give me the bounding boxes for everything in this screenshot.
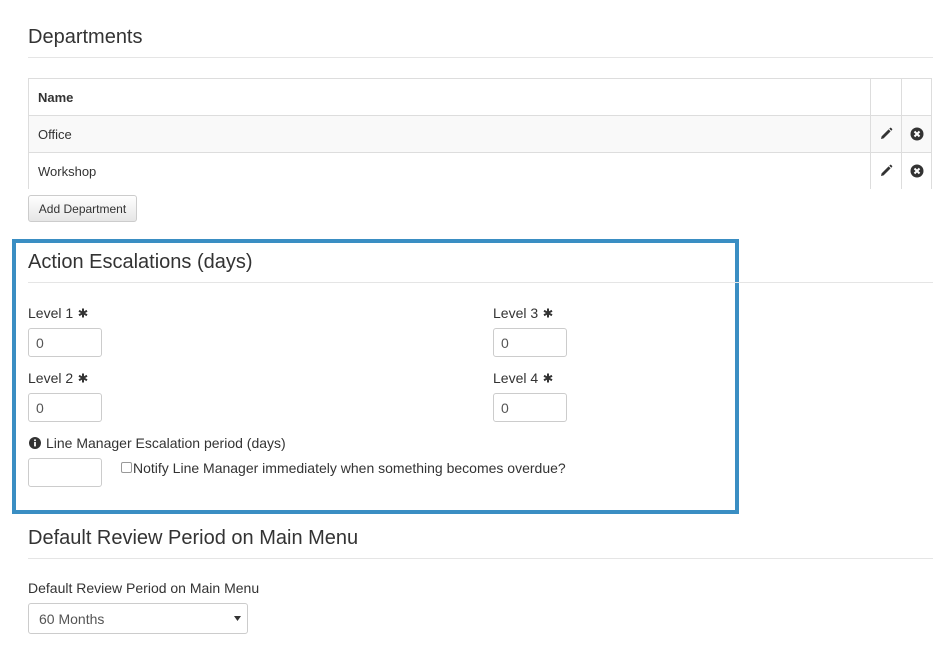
level-2-input[interactable] — [28, 393, 102, 422]
column-header-name: Name — [38, 89, 74, 105]
review-period-selected-value: 60 Months — [39, 611, 105, 627]
pencil-icon — [881, 127, 893, 139]
level-4-input[interactable] — [493, 393, 567, 422]
level-1-input[interactable] — [28, 328, 102, 357]
remove-circle-icon — [910, 127, 924, 141]
remove-circle-icon — [910, 164, 924, 178]
level-2-label-group: Level 2 — [28, 370, 88, 386]
edit-department-button[interactable] — [871, 116, 901, 152]
review-period-select[interactable]: 60 Months — [28, 603, 248, 634]
asterisk-icon — [78, 373, 88, 383]
escalations-title: Action Escalations (days) — [28, 251, 253, 273]
pencil-icon — [881, 164, 893, 176]
delete-department-button[interactable] — [902, 116, 932, 152]
level-3-label-group: Level 3 — [493, 305, 553, 321]
review-period-label: Default Review Period on Main Menu — [28, 580, 260, 596]
info-icon — [29, 437, 41, 449]
review-title: Default Review Period on Main Menu — [28, 527, 359, 549]
caret-down-icon — [234, 616, 241, 621]
level-2-label: Level 2 — [28, 370, 74, 386]
asterisk-icon — [543, 373, 553, 383]
asterisk-icon — [543, 308, 553, 318]
departments-divider — [28, 57, 933, 58]
line-manager-label-group: Line Manager Escalation period (days) — [29, 435, 286, 451]
level-4-label-group: Level 4 — [493, 370, 553, 386]
edit-department-button[interactable] — [871, 153, 901, 189]
escalations-divider — [28, 282, 933, 283]
review-divider — [28, 558, 933, 559]
line-manager-label: Line Manager Escalation period (days) — [46, 435, 286, 451]
level-4-label: Level 4 — [493, 370, 539, 386]
department-name: Workshop — [38, 163, 97, 179]
level-3-input[interactable] — [493, 328, 567, 357]
table-header-row: Name — [29, 79, 931, 116]
level-1-label: Level 1 — [28, 305, 74, 321]
level-1-label-group: Level 1 — [28, 305, 88, 321]
line-manager-escalation-input[interactable] — [28, 458, 102, 487]
delete-department-button[interactable] — [902, 153, 932, 189]
table-row: Workshop — [29, 153, 931, 189]
level-3-label: Level 3 — [493, 305, 539, 321]
departments-title: Departments — [28, 26, 143, 48]
table-row: Office — [29, 116, 931, 153]
department-name: Office — [38, 126, 72, 142]
asterisk-icon — [78, 308, 88, 318]
departments-table: Name Office Workshop — [28, 78, 932, 189]
notify-line-manager-checkbox[interactable] — [121, 462, 132, 473]
notify-line-manager-label: Notify Line Manager immediately when som… — [133, 460, 566, 476]
add-department-button[interactable]: Add Department — [28, 195, 137, 222]
